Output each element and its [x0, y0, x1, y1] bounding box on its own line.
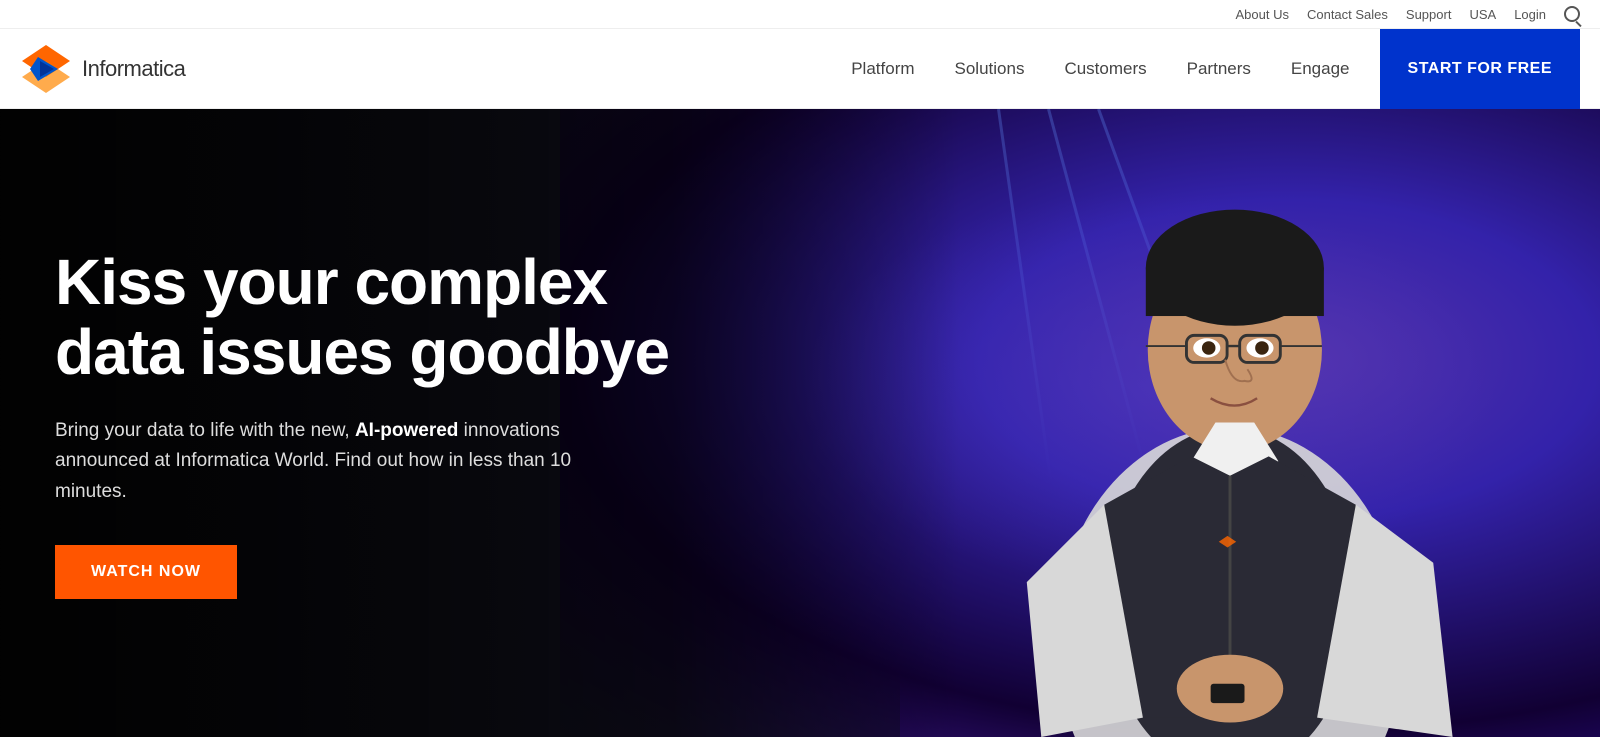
about-us-link[interactable]: About Us [1235, 7, 1288, 22]
hero-person [920, 109, 1540, 737]
hero-section: Kiss your complex data issues goodbye Br… [0, 109, 1600, 737]
hero-content: Kiss your complex data issues goodbye Br… [0, 247, 750, 599]
subtitle-bold: AI-powered [355, 420, 458, 441]
nav-solutions[interactable]: Solutions [955, 59, 1025, 79]
logo-icon [20, 43, 72, 95]
search-icon[interactable] [1564, 6, 1580, 22]
watch-now-button[interactable]: WATCH NOW [55, 545, 237, 599]
nav-customers[interactable]: Customers [1064, 59, 1146, 79]
main-navbar: Informatica Platform Solutions Customers… [0, 29, 1600, 109]
logo-area[interactable]: Informatica [20, 43, 185, 95]
support-link[interactable]: Support [1406, 7, 1452, 22]
nav-links: Platform Solutions Customers Partners En… [851, 59, 1349, 79]
region-link[interactable]: USA [1469, 7, 1496, 22]
subtitle-prefix: Bring your data to life with the new, [55, 420, 355, 441]
contact-sales-link[interactable]: Contact Sales [1307, 7, 1388, 22]
nav-partners[interactable]: Partners [1187, 59, 1251, 79]
utility-bar: About Us Contact Sales Support USA Login [0, 0, 1600, 29]
person-illustration [940, 137, 1520, 737]
hero-title: Kiss your complex data issues goodbye [55, 247, 750, 388]
logo-text: Informatica [82, 56, 185, 82]
nav-engage[interactable]: Engage [1291, 59, 1350, 79]
start-free-button[interactable]: START FOR FREE [1380, 29, 1580, 109]
login-link[interactable]: Login [1514, 7, 1546, 22]
nav-platform[interactable]: Platform [851, 59, 914, 79]
hero-subtitle: Bring your data to life with the new, AI… [55, 416, 615, 507]
